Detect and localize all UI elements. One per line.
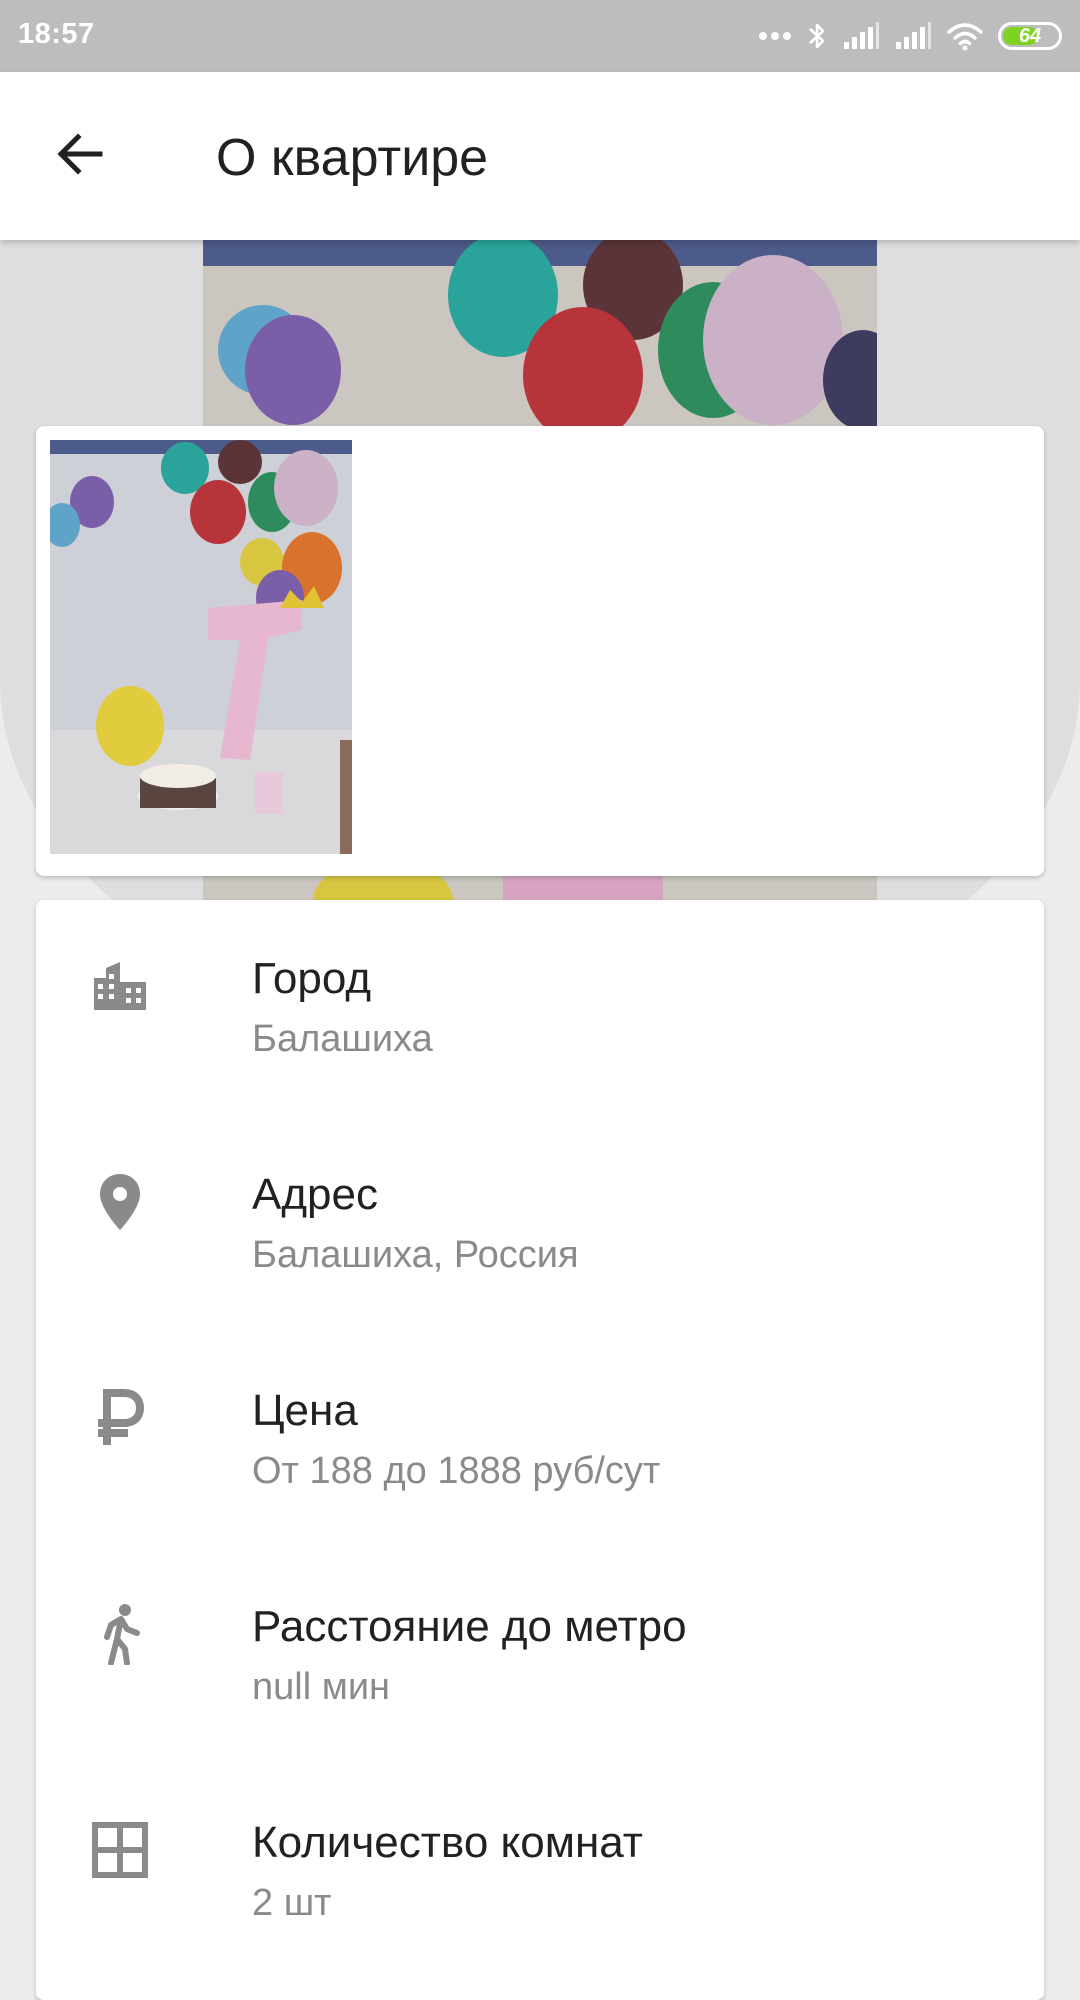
wifi-icon xyxy=(946,21,984,51)
page-title: О квартире xyxy=(216,129,489,187)
info-title-address: Адрес xyxy=(252,1170,378,1219)
rooms-grid-icon xyxy=(88,1818,152,1882)
app-bar: О квартире xyxy=(0,72,1080,240)
info-value-rooms: 2 шт xyxy=(252,1882,332,1924)
status-icons: 64 xyxy=(758,18,1062,54)
info-value-price: От 188 до 1888 руб/сут xyxy=(252,1450,661,1492)
battery-icon: 64 xyxy=(998,22,1062,50)
info-title-price: Цена xyxy=(252,1386,358,1435)
info-value-city: Балашиха xyxy=(252,1018,433,1060)
info-title-city: Город xyxy=(252,954,372,1003)
info-item-address[interactable]: Адрес Балашиха, Россия xyxy=(36,1116,1044,1332)
signal-icon xyxy=(842,22,880,50)
gallery-thumbnail[interactable] xyxy=(50,440,352,854)
info-card: Город Балашиха Адрес Балашиха, Россия Це… xyxy=(36,900,1044,2000)
gallery-card xyxy=(36,426,1044,876)
info-value-metro-distance: null мин xyxy=(252,1666,391,1708)
info-item-city[interactable]: Город Балашиха xyxy=(36,900,1044,1116)
status-time: 18:57 xyxy=(18,18,95,50)
ruble-icon xyxy=(88,1386,152,1450)
info-value-address: Балашиха, Россия xyxy=(252,1234,579,1276)
battery-level: 64 xyxy=(1018,24,1042,47)
bluetooth-icon xyxy=(806,20,828,52)
info-title-metro-distance: Расстояние до метро xyxy=(252,1602,687,1651)
signal-icon xyxy=(894,22,932,50)
walking-icon xyxy=(88,1602,152,1666)
info-title-rooms: Количество комнат xyxy=(252,1818,643,1867)
city-icon xyxy=(88,954,152,1018)
back-button[interactable] xyxy=(40,116,120,196)
status-bar: 18:57 64 xyxy=(0,0,1080,72)
location-pin-icon xyxy=(88,1170,152,1234)
more-dots-icon xyxy=(758,31,792,41)
info-item-rooms[interactable]: Количество комнат 2 шт xyxy=(36,1764,1044,1980)
info-item-price[interactable]: Цена От 188 до 1888 руб/сут xyxy=(36,1332,1044,1548)
info-item-metro-distance[interactable]: Расстояние до метро null мин xyxy=(36,1548,1044,1764)
arrow-back-icon xyxy=(54,128,106,185)
